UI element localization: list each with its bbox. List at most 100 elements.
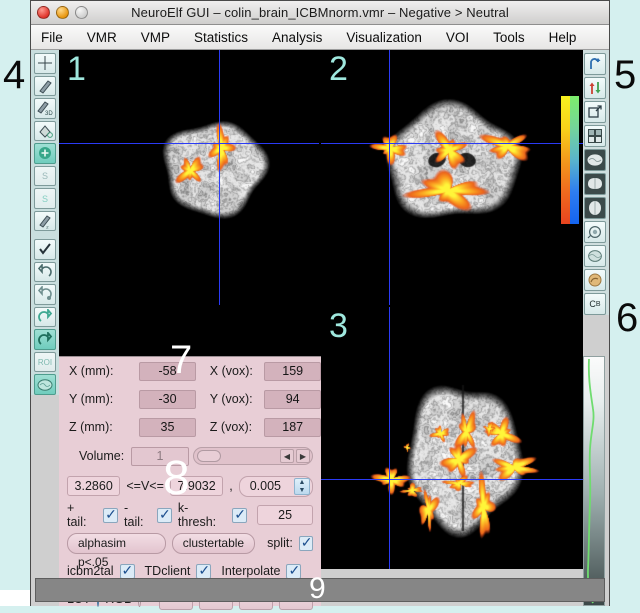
- roi-tool-button[interactable]: ROI: [34, 352, 56, 373]
- pencil-tool-button[interactable]: [34, 76, 56, 97]
- undo-tool-button[interactable]: [34, 262, 56, 283]
- brain-roi-tool-button[interactable]: [34, 374, 56, 395]
- x-vox-field[interactable]: 159: [264, 362, 321, 381]
- z-mm-field[interactable]: 35: [139, 418, 196, 437]
- y-mm-field[interactable]: -30: [139, 390, 196, 409]
- volume-slider[interactable]: ◀ ▶: [193, 447, 313, 465]
- redo-tool-button[interactable]: [34, 307, 56, 328]
- split-label: split:: [267, 536, 293, 550]
- x-mm-label: X (mm):: [69, 364, 139, 378]
- split-checkbox[interactable]: [299, 536, 313, 551]
- menu-voi[interactable]: VOI: [444, 29, 471, 46]
- sagittal-brain-icon-button[interactable]: [584, 149, 606, 171]
- bottom-left-strip: [0, 590, 30, 606]
- intensity-trace-strip[interactable]: [583, 356, 605, 606]
- threshold-range-row: 3.2860 <=V<= 7.9032 , 0.005 ▲▼: [59, 471, 321, 501]
- z-vox-field[interactable]: 187: [264, 418, 321, 437]
- volume-slider-knob[interactable]: [197, 450, 221, 462]
- interpolate-checkbox[interactable]: [286, 564, 301, 579]
- k-thresh-label: k-thresh:: [178, 501, 226, 529]
- callout-7-coordinates: 7: [170, 340, 192, 380]
- axial-brain-icon-button[interactable]: [584, 197, 606, 219]
- crosshair-tool-button[interactable]: [34, 53, 56, 74]
- cluster-buttons-row: alphasim p<.05 clustertable split:: [59, 529, 321, 557]
- menu-vmp[interactable]: VMP: [139, 29, 172, 46]
- axial-crosshair-vertical: [389, 307, 390, 569]
- icbm2tal-checkbox[interactable]: [120, 564, 135, 579]
- colorbar-negative: [570, 96, 579, 224]
- p-value-text: 0.005: [250, 479, 281, 493]
- smooth-s-tool-button[interactable]: S: [34, 166, 56, 187]
- smooth-s2-tool-button[interactable]: S: [34, 188, 56, 209]
- colorbar-positive: [561, 96, 570, 224]
- volume-slider-arrows: ◀ ▶: [280, 449, 310, 463]
- svg-text:₂: ₂: [46, 223, 49, 229]
- redo-all-tool-button[interactable]: [34, 329, 56, 350]
- left-toolbar: 3D S S ₂: [31, 50, 59, 395]
- clustertable-button[interactable]: clustertable: [172, 533, 255, 554]
- tdclient-checkbox[interactable]: [196, 564, 211, 579]
- k-thresh-checkbox[interactable]: [232, 508, 247, 523]
- volume-next-button[interactable]: ▶: [296, 449, 310, 463]
- render-view-icon-button[interactable]: [584, 221, 606, 243]
- swap-arrows-icon-button[interactable]: [584, 77, 606, 99]
- pos-tail-checkbox[interactable]: [103, 508, 118, 523]
- pencil-3d-tool-button[interactable]: 3D: [34, 98, 56, 119]
- head-surface-icon-button[interactable]: [584, 269, 606, 291]
- volume-label: Volume:: [69, 449, 131, 463]
- sagittal-slice-image: [59, 50, 319, 305]
- menu-visualization[interactable]: Visualization: [344, 29, 424, 46]
- callout-9-statusbar: 9: [309, 574, 326, 604]
- p-value-dropdown[interactable]: 0.005 ▲▼: [239, 476, 313, 497]
- z-vox-label: Z (vox):: [196, 420, 265, 434]
- k-thresh-field[interactable]: 25: [257, 505, 313, 525]
- alphasim-button[interactable]: alphasim p<.05: [67, 533, 166, 554]
- pencil-range-tool-button[interactable]: ₂: [34, 211, 56, 232]
- coordinate-row-y: Y (mm): -30 Y (vox): 94: [59, 385, 321, 413]
- tail-threshold-row: + tail: - tail: k-thresh: 25: [59, 501, 321, 529]
- p-value-stepper[interactable]: ▲▼: [294, 478, 310, 495]
- reload-arrow-icon-button[interactable]: [584, 53, 606, 75]
- expand-window-icon-button[interactable]: [584, 101, 606, 123]
- svg-text:3D: 3D: [45, 111, 53, 116]
- menu-help[interactable]: Help: [547, 29, 579, 46]
- paint-bucket-tool-button[interactable]: [34, 121, 56, 142]
- montage-layout-icon-button[interactable]: [584, 125, 606, 147]
- window-title: NeuroElf GUI – colin_brain_ICBMnorm.vmr …: [31, 5, 609, 20]
- undo-all-tool-button[interactable]: [34, 284, 56, 305]
- callout-6-trace-strip: 6: [616, 298, 638, 338]
- axial-view-number: 3: [329, 309, 348, 343]
- neuroelf-gui-screenshot: NeuroElf GUI – colin_brain_ICBMnorm.vmr …: [0, 0, 640, 606]
- window-body: 3D S S ₂: [31, 50, 609, 606]
- sagittal-view[interactable]: 1: [59, 50, 319, 305]
- application-window: NeuroElf GUI – colin_brain_ICBMnorm.vmr …: [30, 0, 610, 606]
- menu-vmr[interactable]: VMR: [85, 29, 119, 46]
- menu-file[interactable]: File: [39, 29, 65, 46]
- coronal-crosshair-horizontal: [321, 143, 583, 144]
- tdclient-label: TDclient: [145, 564, 191, 578]
- coordinate-row-z: Z (mm): 35 Z (vox): 187: [59, 413, 321, 441]
- axial-view[interactable]: 3: [321, 307, 583, 569]
- volume-prev-button[interactable]: ◀: [280, 449, 294, 463]
- neg-tail-checkbox[interactable]: [157, 508, 172, 523]
- sagittal-view-number: 1: [67, 52, 86, 86]
- coronal-brain-icon-button[interactable]: [584, 173, 606, 195]
- icbm2tal-label: icbm2tal: [67, 564, 114, 578]
- axial-crosshair-horizontal: [321, 479, 583, 480]
- add-node-tool-button[interactable]: [34, 143, 56, 164]
- menu-analysis[interactable]: Analysis: [270, 29, 324, 46]
- y-vox-field[interactable]: 94: [264, 390, 321, 409]
- accept-tool-button[interactable]: [34, 239, 56, 260]
- coronal-view[interactable]: 2: [321, 50, 583, 305]
- threshold-lower-field[interactable]: 3.2860: [67, 476, 120, 496]
- pos-tail-label: + tail:: [67, 501, 97, 529]
- menu-tools[interactable]: Tools: [491, 29, 527, 46]
- contrast-brightness-icon-button[interactable]: CB: [584, 293, 606, 315]
- surface-mesh-icon-button[interactable]: [584, 245, 606, 267]
- intensity-trace-curve: [584, 357, 604, 605]
- menu-statistics[interactable]: Statistics: [192, 29, 250, 46]
- coronal-view-number: 2: [329, 52, 348, 86]
- axial-slice-image: [321, 307, 583, 569]
- right-toolbar: CB: [581, 50, 609, 315]
- sagittal-crosshair-horizontal: [59, 143, 319, 144]
